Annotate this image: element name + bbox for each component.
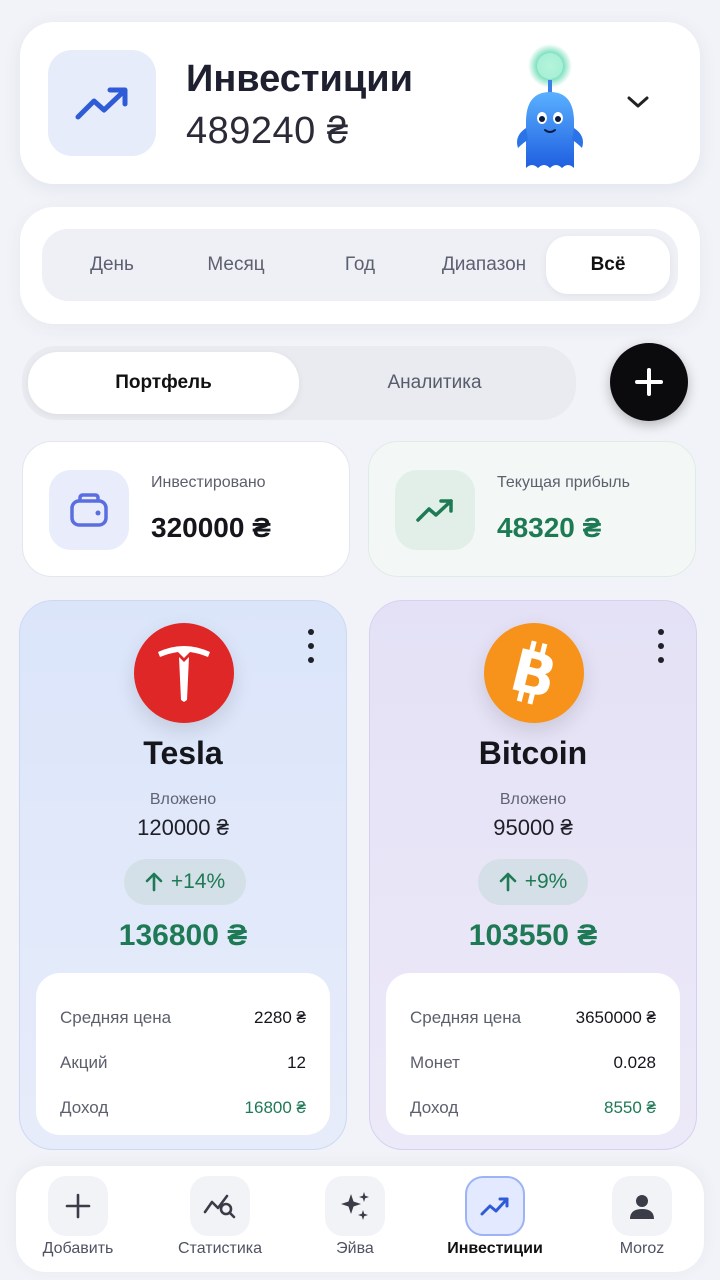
nav-item-add[interactable]: Добавить xyxy=(8,1174,148,1266)
period-year[interactable]: Год xyxy=(298,236,422,294)
tesla-logo-icon xyxy=(134,623,234,723)
more-options-icon[interactable] xyxy=(654,629,668,663)
view-tabs: Портфель Аналитика xyxy=(22,346,576,420)
change-value: +9% xyxy=(524,870,568,893)
invested-label: Инвестировано xyxy=(151,474,266,491)
current-value: 136800 ₴ xyxy=(118,919,248,952)
tab-analytics[interactable]: Аналитика xyxy=(299,352,570,414)
nav-item-profile[interactable]: Moroz xyxy=(572,1174,712,1266)
header-card[interactable]: Инвестиции 489240 ₴ xyxy=(20,22,700,184)
income-value: 16800 ₴ xyxy=(244,1097,306,1117)
period-range[interactable]: Диапазон xyxy=(422,236,546,294)
tab-portfolio[interactable]: Портфель xyxy=(28,352,299,414)
plus-icon xyxy=(635,368,663,396)
income-label: Доход xyxy=(60,1097,109,1117)
avg-price-value: 3650000 ₴ xyxy=(575,1007,656,1027)
nav-item-investments[interactable]: Инвестиции xyxy=(425,1174,565,1266)
chart-search-icon[interactable] xyxy=(190,1176,250,1236)
arrow-up-icon xyxy=(145,872,163,892)
asset-name: Tesla xyxy=(143,735,223,771)
current-value: 103550 ₴ xyxy=(468,919,598,952)
quantity-label: Акций xyxy=(60,1052,108,1072)
avg-price-label: Средняя цена xyxy=(410,1007,522,1027)
detail-row: Монет 0.028 xyxy=(410,1040,656,1085)
bitcoin-logo-icon: B xyxy=(484,623,584,723)
wallet-icon xyxy=(49,470,129,550)
bottom-nav: Добавить Статистика Эйва Инвестиции Moro… xyxy=(16,1166,704,1272)
asset-card-bitcoin[interactable]: B Bitcoin Вложено 95000 ₴ +9% 103550 ₴ С… xyxy=(369,600,697,1150)
detail-row: Акций 12 xyxy=(60,1040,306,1085)
invested-amount: 120000 ₴ xyxy=(137,815,229,840)
invested-stat-card: Инвестировано 320000 ₴ xyxy=(22,441,350,577)
detail-row: Доход 16800 ₴ xyxy=(60,1085,306,1130)
detail-row: Средняя цена 3650000 ₴ xyxy=(410,995,656,1040)
profit-stat-card: Текущая прибыль 48320 ₴ xyxy=(368,441,696,577)
more-options-icon[interactable] xyxy=(304,629,318,663)
quantity-label: Монет xyxy=(410,1052,460,1072)
period-day[interactable]: День xyxy=(50,236,174,294)
asset-card-tesla[interactable]: Tesla Вложено 120000 ₴ +14% 136800 ₴ Сре… xyxy=(19,600,347,1150)
invested-amount: 95000 ₴ xyxy=(493,815,573,840)
change-value: +14% xyxy=(170,870,226,893)
period-selector: День Месяц Год Диапазон Всё xyxy=(42,229,678,301)
quantity-value: 0.028 xyxy=(613,1052,656,1072)
asset-name: Bitcoin xyxy=(478,735,588,771)
nav-label: Добавить xyxy=(42,1240,114,1257)
sparkles-icon[interactable] xyxy=(325,1176,385,1236)
nav-label: Эйва xyxy=(336,1240,374,1257)
asset-details: Средняя цена 3650000 ₴ Монет 0.028 Доход… xyxy=(386,973,680,1135)
nav-item-eva[interactable]: Эйва xyxy=(285,1174,425,1266)
invested-value: 320000 ₴ xyxy=(151,512,271,543)
quantity-value: 12 xyxy=(287,1052,306,1072)
user-icon[interactable] xyxy=(612,1176,672,1236)
plus-icon[interactable] xyxy=(48,1176,108,1236)
arrow-up-icon xyxy=(499,872,516,892)
invested-label: Вложено xyxy=(499,791,567,808)
nav-label: Статистика xyxy=(177,1240,263,1257)
change-badge: +9% xyxy=(478,859,588,905)
period-all[interactable]: Всё xyxy=(546,236,670,294)
mascot-avatar[interactable] xyxy=(510,44,590,174)
profit-label: Текущая прибыль xyxy=(497,474,630,491)
avg-price-label: Средняя цена xyxy=(60,1007,172,1027)
income-value: 8550 ₴ xyxy=(604,1097,656,1117)
invested-label: Вложено xyxy=(149,791,217,808)
trending-up-icon[interactable] xyxy=(465,1176,525,1236)
income-label: Доход xyxy=(410,1097,459,1117)
period-selector-card: День Месяц Год Диапазон Всё xyxy=(20,207,700,324)
trending-up-icon xyxy=(75,87,128,120)
nav-item-stats[interactable]: Статистика xyxy=(150,1174,290,1266)
period-month[interactable]: Месяц xyxy=(174,236,298,294)
total-amount: 489240 ₴ xyxy=(186,110,349,152)
header-icon-box xyxy=(48,50,156,156)
nav-label: Инвестиции xyxy=(447,1240,543,1257)
change-badge: +14% xyxy=(124,859,246,905)
profit-value: 48320 ₴ xyxy=(497,512,602,543)
trending-up-icon xyxy=(395,470,475,550)
page-title: Инвестиции xyxy=(186,58,413,100)
avg-price-value: 2280 ₴ xyxy=(254,1007,306,1027)
asset-details: Средняя цена 2280 ₴ Акций 12 Доход 16800… xyxy=(36,973,330,1135)
detail-row: Средняя цена 2280 ₴ xyxy=(60,995,306,1040)
chevron-down-icon[interactable] xyxy=(620,84,656,120)
detail-row: Доход 8550 ₴ xyxy=(410,1085,656,1130)
add-investment-button[interactable] xyxy=(610,343,688,421)
nav-label: Moroz xyxy=(619,1240,665,1257)
